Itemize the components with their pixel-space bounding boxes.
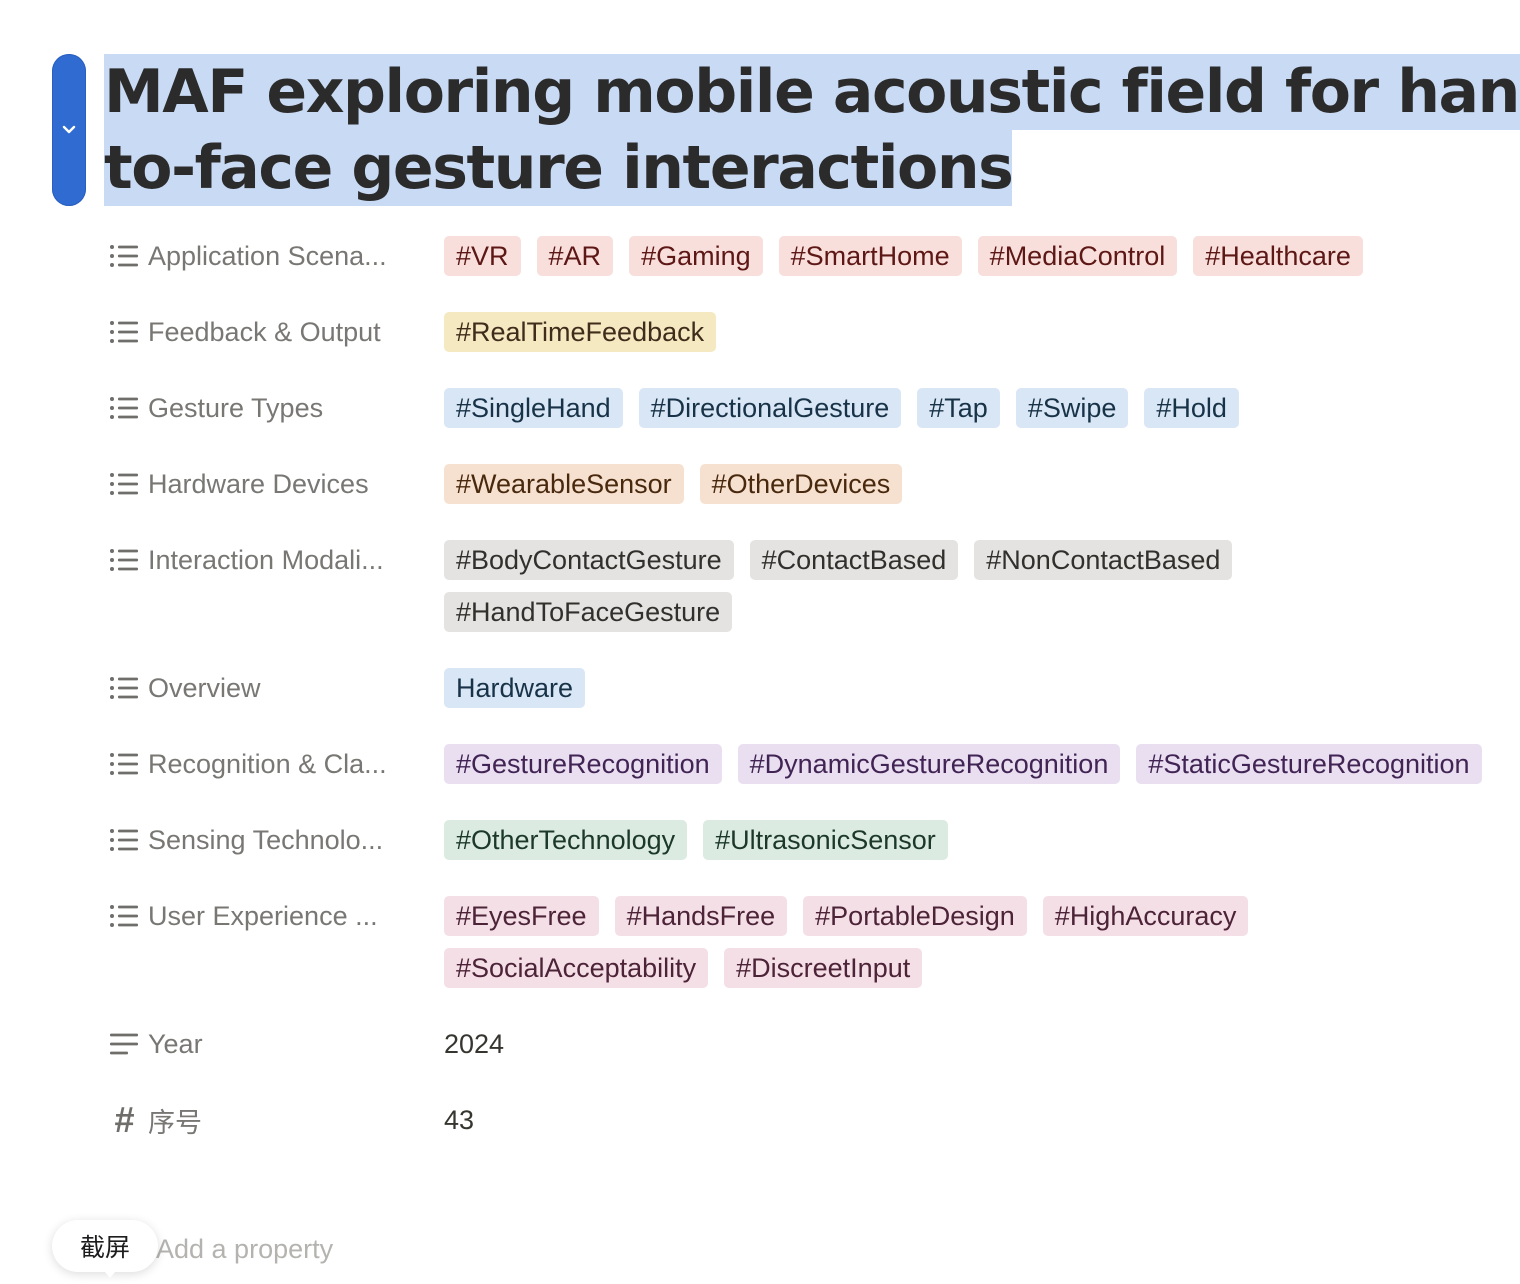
property-label: User Experience ... <box>148 900 378 931</box>
property-value[interactable]: 43 <box>444 1100 474 1140</box>
property-row: Recognition & Cla... #GestureRecognition #… <box>108 744 1508 784</box>
hash-icon: # <box>113 1100 135 1140</box>
tag[interactable]: #WearableSensor <box>444 464 684 504</box>
tag[interactable]: #EyesFree <box>444 896 599 936</box>
property-name[interactable]: Year <box>108 1024 444 1064</box>
list-icon <box>108 672 140 704</box>
property-name[interactable]: Gesture Types <box>108 388 444 428</box>
list-icon <box>108 240 140 272</box>
tag[interactable]: #Healthcare <box>1193 236 1363 276</box>
property-row: # 序号 43 <box>108 1100 1508 1140</box>
page-title-line-2[interactable]: to-face gesture interactions <box>104 130 1014 206</box>
property-name[interactable]: Hardware Devices <box>108 464 444 504</box>
property-values[interactable]: #RealTimeFeedback <box>444 312 1508 352</box>
tag[interactable]: #HighAccuracy <box>1042 896 1249 936</box>
property-row: Interaction Modali... #BodyContactGesture… <box>108 540 1508 632</box>
tag[interactable]: #Swipe <box>1015 388 1129 428</box>
property-row: User Experience ... #EyesFree #HandsFree #P… <box>108 896 1508 988</box>
property-label: Hardware Devices <box>148 468 369 499</box>
list-icon <box>108 544 140 576</box>
property-list: Application Scena... #VR #AR #Gaming #SmartH… <box>108 236 1508 1176</box>
tag[interactable]: #SmartHome <box>778 236 962 276</box>
property-name[interactable]: Overview <box>108 668 444 708</box>
list-icon <box>108 316 140 348</box>
property-row: Feedback & Output #RealTimeFeedback <box>108 312 1508 352</box>
property-row: Overview Hardware <box>108 668 1508 708</box>
tag[interactable]: #ContactBased <box>749 540 959 580</box>
tag[interactable]: #DirectionalGesture <box>638 388 902 428</box>
tag[interactable]: #Gaming <box>629 236 763 276</box>
tag[interactable]: #MediaControl <box>977 236 1178 276</box>
property-label: Year <box>148 1028 203 1059</box>
page-title-line-1[interactable]: MAF exploring mobile acoustic field for … <box>104 54 1520 130</box>
property-label: Overview <box>148 672 261 703</box>
property-values[interactable]: #VR #AR #Gaming #SmartHome #MediaControl #Hea… <box>444 236 1508 276</box>
tag[interactable]: #SingleHand <box>444 388 623 428</box>
property-values[interactable]: #EyesFree #HandsFree #PortableDesign #HighA… <box>444 896 1508 988</box>
tag[interactable]: #SocialAcceptability <box>444 948 709 988</box>
tag[interactable]: #DiscreetInput <box>724 948 923 988</box>
property-values[interactable]: #GestureRecognition #DynamicGestureRecogn… <box>444 744 1508 784</box>
property-row: Hardware Devices #WearableSensor #OtherDev… <box>108 464 1508 504</box>
tag[interactable]: #Hold <box>1144 388 1239 428</box>
property-label: Gesture Types <box>148 392 324 423</box>
property-values[interactable]: #BodyContactGesture #ContactBased #NonCont… <box>444 540 1508 632</box>
property-label: Application Scena... <box>148 240 387 271</box>
tag[interactable]: #GestureRecognition <box>444 744 722 784</box>
screenshot-tooltip: 截屏 <box>52 1220 158 1272</box>
tag[interactable]: #HandsFree <box>614 896 788 936</box>
property-values[interactable]: 2024 <box>444 1024 1508 1064</box>
collapse-toggle-button[interactable] <box>52 54 86 206</box>
property-name[interactable]: User Experience ... <box>108 896 444 936</box>
property-label: Sensing Technolo... <box>148 824 384 855</box>
property-row: Gesture Types #SingleHand #DirectionalGest… <box>108 388 1508 428</box>
property-row: Application Scena... #VR #AR #Gaming #SmartH… <box>108 236 1508 276</box>
property-name[interactable]: # 序号 <box>108 1100 444 1140</box>
tooltip-label: 截屏 <box>79 1234 130 1262</box>
property-name[interactable]: Recognition & Cla... <box>108 744 444 784</box>
property-label: Feedback & Output <box>148 316 381 347</box>
tag[interactable]: #PortableDesign <box>803 896 1027 936</box>
tag[interactable]: #BodyContactGesture <box>444 540 734 580</box>
property-values[interactable]: 43 <box>444 1100 1508 1140</box>
tag[interactable]: #RealTimeFeedback <box>444 312 717 352</box>
add-property-button[interactable]: Add a property <box>156 1229 333 1269</box>
page: MAF exploring mobile acoustic field for … <box>0 0 1520 1284</box>
list-icon <box>108 392 140 424</box>
list-icon <box>108 748 140 780</box>
tag[interactable]: #VR <box>444 236 521 276</box>
list-icon <box>108 468 140 500</box>
text-lines-icon <box>108 1028 140 1060</box>
property-name[interactable]: Feedback & Output <box>108 312 444 352</box>
property-value[interactable]: 2024 <box>444 1024 504 1064</box>
tag[interactable]: #UltrasonicSensor <box>703 820 948 860</box>
property-values[interactable]: #WearableSensor #OtherDevices <box>444 464 1508 504</box>
property-values[interactable]: Hardware <box>444 668 1508 708</box>
tag[interactable]: #Tap <box>917 388 1000 428</box>
list-icon <box>108 824 140 856</box>
property-name[interactable]: Application Scena... <box>108 236 444 276</box>
tag[interactable]: Hardware <box>444 668 586 708</box>
tag[interactable]: #HandToFaceGesture <box>444 592 733 632</box>
tag[interactable]: #AR <box>536 236 614 276</box>
property-label: 序号 <box>148 1107 202 1138</box>
property-values[interactable]: #SingleHand #DirectionalGesture #Tap #Swipe… <box>444 388 1508 428</box>
tag[interactable]: #DynamicGestureRecognition <box>737 744 1121 784</box>
property-label: Interaction Modali... <box>148 544 384 575</box>
tag[interactable]: #StaticGestureRecognition <box>1136 744 1482 784</box>
page-title[interactable]: MAF exploring mobile acoustic field for … <box>104 54 1520 206</box>
property-row: Sensing Technolo... #OtherTechnology #Ultr… <box>108 820 1508 860</box>
list-icon <box>108 900 140 932</box>
tooltip-tail <box>100 1266 120 1278</box>
property-label: Recognition & Cla... <box>148 748 387 779</box>
tag[interactable]: #OtherTechnology <box>444 820 688 860</box>
chevron-down-icon <box>62 125 76 135</box>
property-name[interactable]: Sensing Technolo... <box>108 820 444 860</box>
tag[interactable]: #OtherDevices <box>699 464 903 504</box>
property-row: Year 2024 <box>108 1024 1508 1064</box>
property-values[interactable]: #OtherTechnology #UltrasonicSensor <box>444 820 1508 860</box>
property-name[interactable]: Interaction Modali... <box>108 540 444 580</box>
tag[interactable]: #NonContactBased <box>974 540 1233 580</box>
